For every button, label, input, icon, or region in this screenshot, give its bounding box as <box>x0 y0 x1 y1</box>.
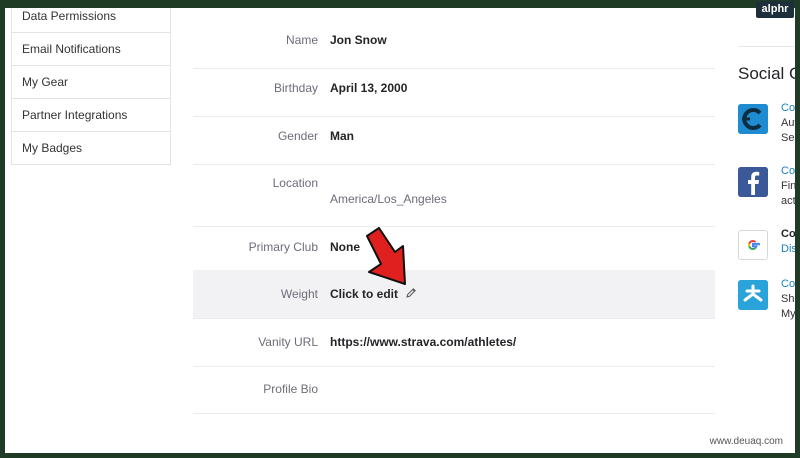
vanity-url-label: Vanity URL <box>258 335 318 349</box>
vanity-url-value: https://www.strava.com/athletes/ <box>330 335 517 349</box>
profile-bio-label: Profile Bio <box>263 382 318 396</box>
brand-badge: alphr <box>756 1 794 18</box>
weight-label: Weight <box>280 287 318 301</box>
sidebar-item-my-badges[interactable]: My Badges <box>12 132 170 164</box>
social-item-sharing-app-text: Co Sha My <box>781 278 795 320</box>
profile-row-name[interactable]: Name Jon Snow <box>193 8 715 69</box>
primary-club-value: None <box>330 240 360 254</box>
name-label: Name <box>285 33 318 47</box>
weight-edit-link[interactable]: Click to edit <box>330 287 417 302</box>
social-item-cycling-app-text: Co Aut Seg <box>781 102 795 144</box>
profile-row-gender[interactable]: Gender Man <box>193 116 715 165</box>
name-value: Jon Snow <box>330 33 387 47</box>
watermark: www.deuaq.com <box>709 436 783 447</box>
birthday-label: Birthday <box>273 81 318 95</box>
sidebar-item-data-permissions[interactable]: Data Permissions <box>12 8 170 33</box>
primary-club-label: Primary Club <box>248 240 318 254</box>
social-connections-panel: Social C Co Aut Seg <box>738 8 795 453</box>
profile-row-primary-club[interactable]: Primary Club None <box>193 226 715 271</box>
sidebar-item-my-gear[interactable]: My Gear <box>12 66 170 99</box>
location-label: Location <box>272 176 318 190</box>
social-item-google-text: Con Dis <box>781 228 795 255</box>
location-value: America/Los_Angeles <box>330 192 447 206</box>
cycling-app-icon <box>738 104 768 134</box>
sharing-app-icon <box>738 280 768 310</box>
profile-row-weight[interactable]: Weight Click to edit <box>193 270 715 319</box>
birthday-value: April 13, 2000 <box>330 81 408 95</box>
sidebar-item-email-notifications[interactable]: Email Notifications <box>12 33 170 66</box>
settings-sidebar: Data Permissions Email Notifications My … <box>11 8 171 165</box>
settings-page: Data Permissions Email Notifications My … <box>5 8 795 453</box>
pencil-edit-icon[interactable] <box>405 287 417 302</box>
weight-value: Click to edit <box>330 287 399 301</box>
facebook-icon <box>738 167 768 197</box>
social-item-facebook-text: Co Fin acti <box>781 165 795 207</box>
profile-row-vanity-url[interactable]: Vanity URL https://www.strava.com/athlet… <box>193 318 715 367</box>
gender-value: Man <box>330 129 354 143</box>
social-title: Social C <box>738 64 795 83</box>
google-icon <box>738 230 768 260</box>
profile-row-birthday[interactable]: Birthday April 13, 2000 <box>193 68 715 117</box>
sidebar-item-partner-integrations[interactable]: Partner Integrations <box>12 99 170 132</box>
social-divider <box>738 46 795 47</box>
profile-row-bio[interactable]: Profile Bio <box>193 366 715 414</box>
profile-row-location[interactable]: Location America/Los_Angeles <box>193 164 715 227</box>
red-arrow-annotation <box>366 227 406 285</box>
gender-label: Gender <box>277 129 318 143</box>
